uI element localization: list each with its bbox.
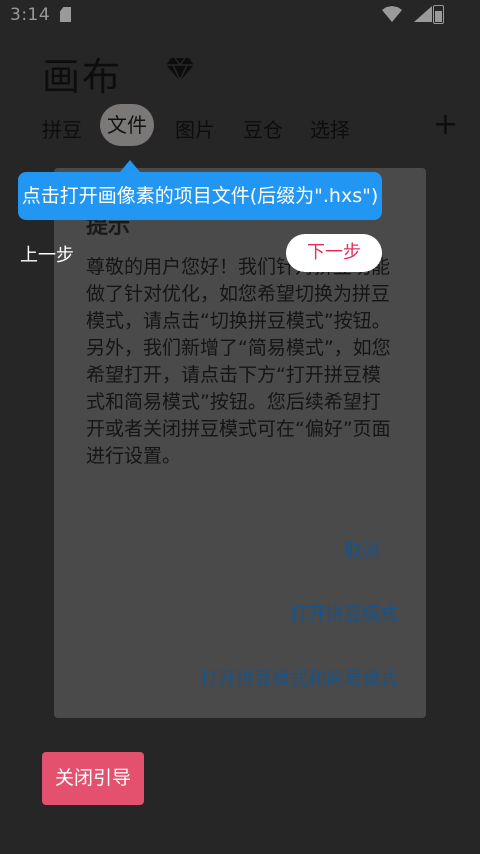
dialog-body: 尊敬的用户您好！我们针对拼豆功能做了针对优化，如您希望切换为拼豆模式，请点击“切… [86,256,391,467]
tab-select[interactable]: 选择 [310,114,350,143]
status-time: 3:14 [10,5,51,25]
close-guide-button[interactable]: 关闭引导 [42,752,144,805]
tooltip-arrow [120,160,140,172]
open-bead-mode-button[interactable]: 打开拼豆模式 [290,600,398,626]
sim-card-icon [60,7,71,22]
diamond-icon[interactable] [166,56,194,82]
wifi-icon [382,6,402,22]
open-bead-and-simple-mode-button[interactable]: 打开拼豆模式和简易模式 [200,665,398,691]
cancel-button[interactable]: 取消 [344,537,380,563]
prev-step-button[interactable]: 上一步 [20,241,74,267]
tab-image[interactable]: 图片 [175,114,215,143]
status-bar: 3:14 [0,0,480,32]
tab-bead-storage[interactable]: 豆仓 [243,114,283,143]
tab-bar: 拼豆 文件 图片 豆仓 选择 [0,104,480,148]
cell-signal-icon [414,6,432,22]
tab-bead[interactable]: 拼豆 [42,114,82,143]
app-title: 画布 [42,55,123,99]
add-icon[interactable]: + [433,110,458,140]
tab-file[interactable]: 文件 [100,104,154,146]
guide-tooltip: 点击打开画像素的项目文件(后缀为".hxs") [18,172,382,220]
next-step-button[interactable]: 下一步 [286,234,382,272]
battery-icon [433,5,444,24]
